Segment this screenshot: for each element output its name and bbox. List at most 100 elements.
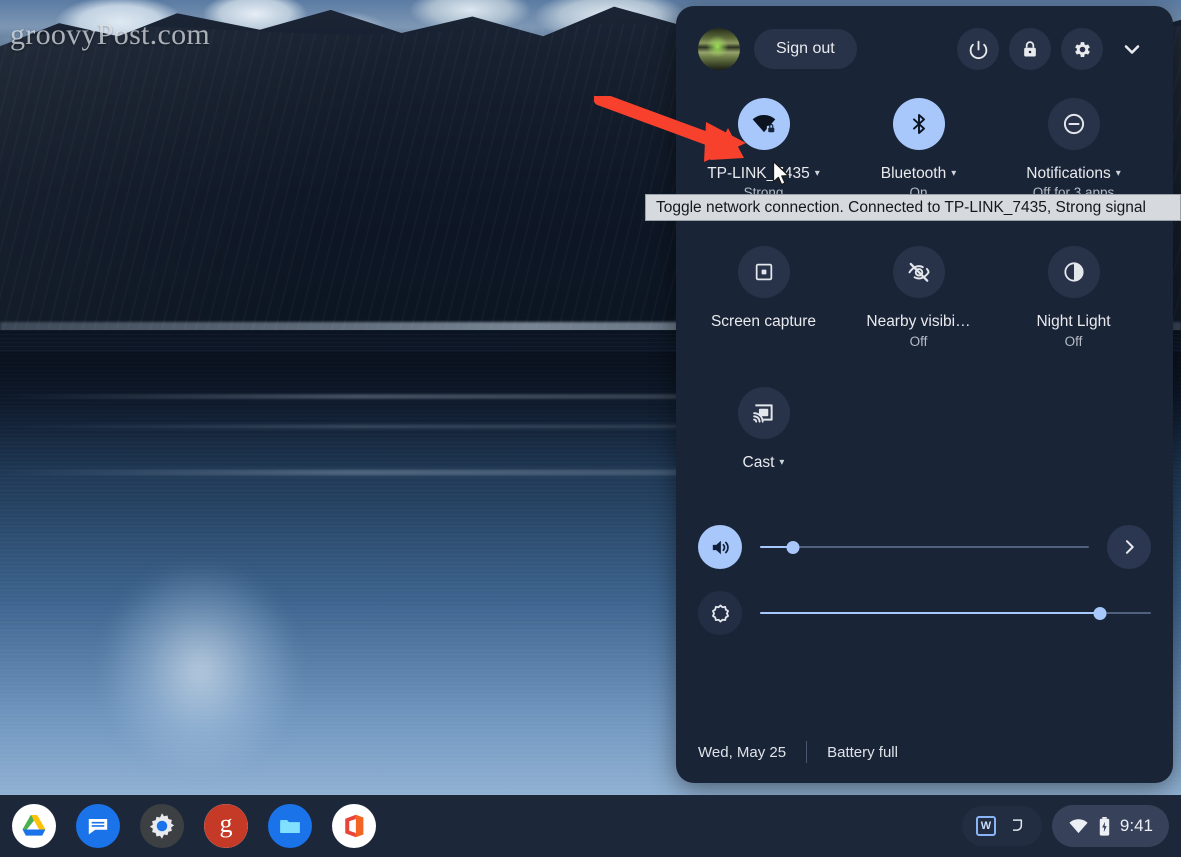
tile-screen-capture[interactable]: Screen capture bbox=[686, 242, 841, 348]
tile-night-light[interactable]: Night Light Off bbox=[996, 242, 1151, 349]
power-button[interactable] bbox=[957, 28, 999, 70]
shelf-app-list: g bbox=[0, 804, 376, 848]
audio-settings-button[interactable] bbox=[1107, 525, 1151, 570]
date-label[interactable]: Wed, May 25 bbox=[698, 744, 786, 761]
groovypost-watermark: groovyPost.com bbox=[10, 18, 211, 51]
tile-empty-slot bbox=[841, 383, 996, 473]
tile-nearby-visibility-label: Nearby visibi… bbox=[866, 313, 971, 331]
tile-row-spacer bbox=[686, 349, 1163, 383]
lock-icon bbox=[1024, 41, 1036, 57]
tile-cast-label-text: Cast bbox=[742, 453, 775, 471]
office-logo-icon bbox=[345, 814, 364, 838]
ime-indicator: W bbox=[975, 816, 996, 836]
tile-network-icon-circle bbox=[737, 98, 790, 150]
tray-clock: 9:41 bbox=[1119, 816, 1153, 835]
tile-night-light-icon-circle bbox=[1047, 246, 1100, 299]
settings-app-icon[interactable] bbox=[140, 804, 184, 848]
slider-group bbox=[676, 521, 1173, 639]
tile-bluetooth-label-text: Bluetooth bbox=[880, 165, 947, 182]
battery-label[interactable]: Battery full bbox=[827, 744, 898, 761]
tile-screen-capture-icon-circle bbox=[737, 246, 790, 299]
volume-slider[interactable] bbox=[760, 537, 1089, 557]
feature-tiles: TP-LINK_7435 ▾ Strong Bluetooth ▾ On Not… bbox=[676, 70, 1173, 473]
do-not-disturb-icon bbox=[1063, 113, 1084, 135]
chevron-down-icon[interactable]: ▾ bbox=[1116, 167, 1121, 181]
wallpaper-moon-reflection bbox=[40, 520, 360, 795]
office-app-icon[interactable] bbox=[332, 804, 376, 848]
chevron-down-icon[interactable]: ▾ bbox=[779, 456, 784, 470]
quick-settings-panel: Sign out TP-LINK_7435 ▾ Strong Bluetooth… bbox=[676, 6, 1173, 783]
brightness-slider-thumb[interactable] bbox=[1093, 606, 1107, 620]
volume-slider-track bbox=[760, 546, 1089, 549]
tile-notifications-label-text: Notifications bbox=[1026, 165, 1111, 182]
tile-night-light-sub: Off bbox=[1064, 333, 1083, 349]
network-tile-tooltip: Toggle network connection. Connected to … bbox=[645, 194, 1181, 221]
tile-notifications[interactable]: Notifications ▾ Off for 3 apps bbox=[996, 94, 1151, 200]
tile-night-light-label: Night Light bbox=[1036, 313, 1111, 331]
cast-icon bbox=[753, 404, 773, 423]
tile-nearby-visibility[interactable]: Nearby visibi… Off bbox=[841, 242, 996, 349]
tile-network-label-text: TP-LINK_7435 bbox=[707, 165, 810, 182]
tile-screen-capture-label: Screen capture bbox=[710, 313, 817, 331]
tile-nearby-visibility-icon-circle bbox=[892, 246, 945, 299]
chevron-down-icon[interactable]: ▾ bbox=[951, 167, 956, 181]
screen-capture-icon bbox=[755, 264, 772, 281]
folder-icon bbox=[280, 820, 300, 834]
tile-notifications-label: Notifications ▾ bbox=[1026, 163, 1120, 184]
gear-icon bbox=[1074, 41, 1090, 57]
gear-icon bbox=[149, 813, 175, 839]
drive-triangle-icon bbox=[22, 815, 46, 836]
groovypost-app-icon[interactable]: g bbox=[204, 804, 248, 848]
tile-cast[interactable]: Cast ▾ bbox=[686, 383, 841, 473]
brightness-slider-row bbox=[698, 587, 1151, 639]
chevron-down-icon bbox=[1124, 45, 1140, 54]
lock-button[interactable] bbox=[1009, 28, 1051, 70]
feature-tile-row-1: TP-LINK_7435 ▾ Strong Bluetooth ▾ On Not… bbox=[686, 94, 1163, 200]
stylus-icon bbox=[1012, 819, 1022, 831]
brightness-icon-button[interactable] bbox=[698, 591, 742, 636]
ime-tray-button[interactable]: W bbox=[961, 806, 1042, 846]
tile-network[interactable]: TP-LINK_7435 ▾ Strong bbox=[686, 94, 841, 200]
groovypost-letter-g: g bbox=[219, 809, 233, 838]
chevron-down-icon[interactable]: ▾ bbox=[815, 167, 820, 181]
tile-cast-label: Cast ▾ bbox=[743, 452, 785, 473]
brightness-slider[interactable] bbox=[760, 603, 1151, 623]
tile-network-label: TP-LINK_7435 ▾ bbox=[707, 163, 820, 184]
files-app-icon[interactable] bbox=[268, 804, 312, 848]
messages-app-icon[interactable] bbox=[76, 804, 120, 848]
quick-settings-header: Sign out bbox=[676, 6, 1173, 70]
user-avatar[interactable] bbox=[698, 28, 740, 70]
sign-out-button[interactable]: Sign out bbox=[754, 29, 857, 69]
footer-divider bbox=[806, 741, 808, 763]
battery-full-icon bbox=[1099, 816, 1110, 836]
tile-notifications-icon-circle bbox=[1047, 98, 1100, 150]
chevron-right-icon bbox=[1125, 540, 1134, 554]
tile-bluetooth-label: Bluetooth ▾ bbox=[881, 163, 957, 184]
brightness-icon bbox=[711, 604, 729, 623]
bluetooth-icon bbox=[912, 114, 925, 134]
collapse-panel-button[interactable] bbox=[1113, 28, 1151, 70]
message-bubble-icon bbox=[88, 818, 108, 835]
shelf: g W 9:41 bbox=[0, 795, 1181, 857]
quick-settings-footer: Wed, May 25 Battery full bbox=[676, 721, 1173, 783]
power-icon bbox=[969, 40, 987, 59]
header-icon-group bbox=[957, 28, 1151, 70]
eye-off-icon bbox=[907, 263, 930, 283]
feature-tile-row-2: Screen capture Nearby visibi… Off Night … bbox=[686, 242, 1163, 349]
volume-toggle-button[interactable] bbox=[698, 525, 742, 570]
volume-slider-row bbox=[698, 521, 1151, 573]
wifi-locked-icon bbox=[752, 115, 776, 134]
tile-nearby-visibility-sub: Off bbox=[909, 333, 928, 349]
status-tray-button[interactable]: 9:41 bbox=[1051, 805, 1169, 847]
google-drive-app-icon[interactable] bbox=[12, 804, 56, 848]
tile-bluetooth-icon-circle bbox=[892, 98, 945, 150]
wifi-icon bbox=[1069, 818, 1088, 833]
settings-button[interactable] bbox=[1061, 28, 1103, 70]
tile-cast-icon-circle bbox=[737, 386, 790, 439]
feature-tile-row-3: Cast ▾ bbox=[686, 383, 1163, 473]
volume-slider-thumb[interactable] bbox=[786, 540, 800, 554]
system-tray: W 9:41 bbox=[961, 805, 1181, 847]
groovypost-badge: g bbox=[204, 804, 248, 848]
tile-bluetooth[interactable]: Bluetooth ▾ On bbox=[841, 94, 996, 200]
tile-empty-slot bbox=[996, 383, 1151, 473]
